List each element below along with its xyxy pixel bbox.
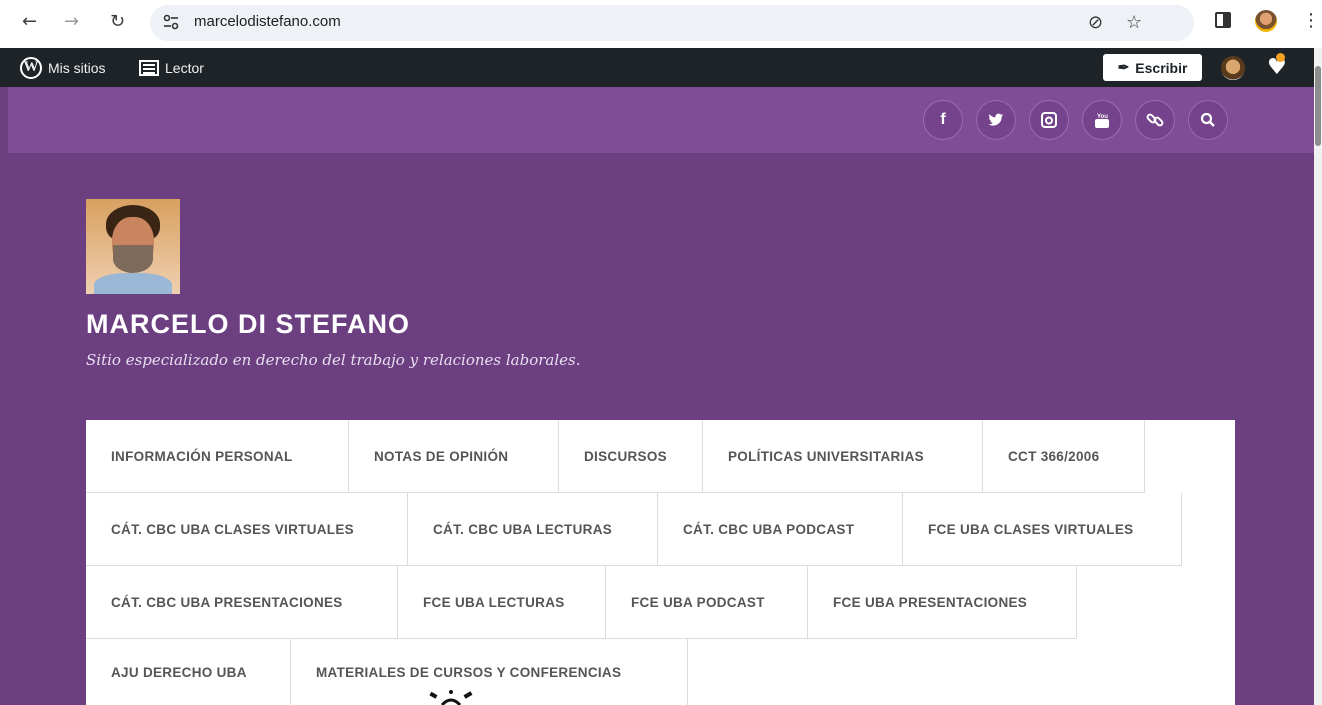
instagram-icon[interactable] [1029, 100, 1069, 140]
address-bar[interactable]: marcelodistefano.com ⊘ ☆ [150, 5, 1194, 41]
link-icon[interactable] [1135, 100, 1175, 140]
menu-item-fce-uba-lecturas[interactable]: FCE UBA LECTURAS [398, 566, 606, 639]
site-settings-icon[interactable] [162, 13, 180, 31]
write-label: Escribir [1135, 59, 1188, 76]
menu-item-discursos[interactable]: DISCURSOS [559, 420, 703, 493]
side-panel-icon[interactable] [1215, 12, 1231, 28]
reader-label: Lector [165, 59, 204, 76]
reload-icon[interactable]: ↻ [110, 11, 125, 32]
forward-arrow-icon[interactable]: → [64, 11, 79, 32]
menu-item-fce-uba-clases-virtuales[interactable]: FCE UBA CLASES VIRTUALES [903, 493, 1182, 566]
menu-item-materiales-de-cursos-y-conferencias[interactable]: MATERIALES DE CURSOS Y CONFERENCIAS [291, 639, 688, 705]
browser-toolbar: ← → ↻ marcelodistefano.com ⊘ ☆ ⋮ [0, 0, 1322, 48]
menu-item-cat-cbc-uba-clases-virtuales[interactable]: CÁT. CBC UBA CLASES VIRTUALES [86, 493, 408, 566]
social-bar: f You [8, 87, 1314, 153]
user-avatar[interactable] [1221, 56, 1245, 80]
menu-item-informacion-personal[interactable]: INFORMACIÓN PERSONAL [86, 420, 349, 493]
twitter-icon[interactable] [976, 100, 1016, 140]
menu-item-aju-derecho-uba[interactable]: AJU DERECHO UBA [86, 639, 291, 705]
menu-item-cat-cbc-uba-presentaciones[interactable]: CÁT. CBC UBA PRESENTACIONES [86, 566, 398, 639]
notifications-icon[interactable]: ♥ [1267, 53, 1291, 80]
site-description: Sitio especializado en derecho del traba… [86, 351, 581, 369]
site-logo-portrait[interactable] [86, 199, 180, 294]
back-arrow-icon[interactable]: ← [22, 11, 37, 32]
menu-item-politicas-universitarias[interactable]: POLÍTICAS UNIVERSITARIAS [703, 420, 983, 493]
site-title[interactable]: MARCELO DI STEFANO [86, 309, 410, 340]
wordpress-logo-icon: W [20, 56, 42, 79]
url-text[interactable]: marcelodistefano.com [194, 13, 341, 30]
loading-spinner-icon [429, 690, 473, 705]
menu-item-cat-cbc-uba-podcast[interactable]: CÁT. CBC UBA PODCAST [658, 493, 903, 566]
youtube-icon[interactable]: You [1082, 100, 1122, 140]
bookmark-star-icon[interactable]: ☆ [1126, 12, 1142, 33]
menu-item-fce-uba-presentaciones[interactable]: FCE UBA PRESENTACIONES [808, 566, 1077, 639]
menu-item-cat-cbc-uba-lecturas[interactable]: CÁT. CBC UBA LECTURAS [408, 493, 658, 566]
main-navigation-menu: INFORMACIÓN PERSONAL NOTAS DE OPINIÓN DI… [86, 420, 1235, 705]
write-button[interactable]: ✒ Escribir [1103, 54, 1202, 81]
scrollbar-thumb[interactable] [1315, 66, 1321, 146]
my-sites-label: Mis sitios [48, 59, 106, 76]
page-scrollbar[interactable] [1314, 48, 1322, 705]
facebook-icon[interactable]: f [923, 100, 963, 140]
reader-icon [139, 59, 159, 76]
site-header: MARCELO DI STEFANO Sitio especializado e… [8, 153, 1314, 705]
menu-item-notas-de-opinion[interactable]: NOTAS DE OPINIÓN [349, 420, 559, 493]
eye-slash-icon[interactable]: ⊘ [1088, 12, 1103, 33]
search-icon[interactable] [1188, 100, 1228, 140]
wp-admin-bar: W Mis sitios Lector ✒ Escribir ♥ [0, 48, 1314, 87]
reader-menu[interactable]: Lector [139, 48, 204, 87]
my-sites-menu[interactable]: W Mis sitios [20, 48, 106, 87]
menu-item-fce-uba-podcast[interactable]: FCE UBA PODCAST [606, 566, 808, 639]
menu-item-cct-366-2006[interactable]: CCT 366/2006 [983, 420, 1145, 493]
more-menu-icon[interactable]: ⋮ [1302, 10, 1320, 31]
pen-icon: ✒ [1117, 59, 1130, 75]
profile-avatar[interactable] [1255, 10, 1277, 32]
